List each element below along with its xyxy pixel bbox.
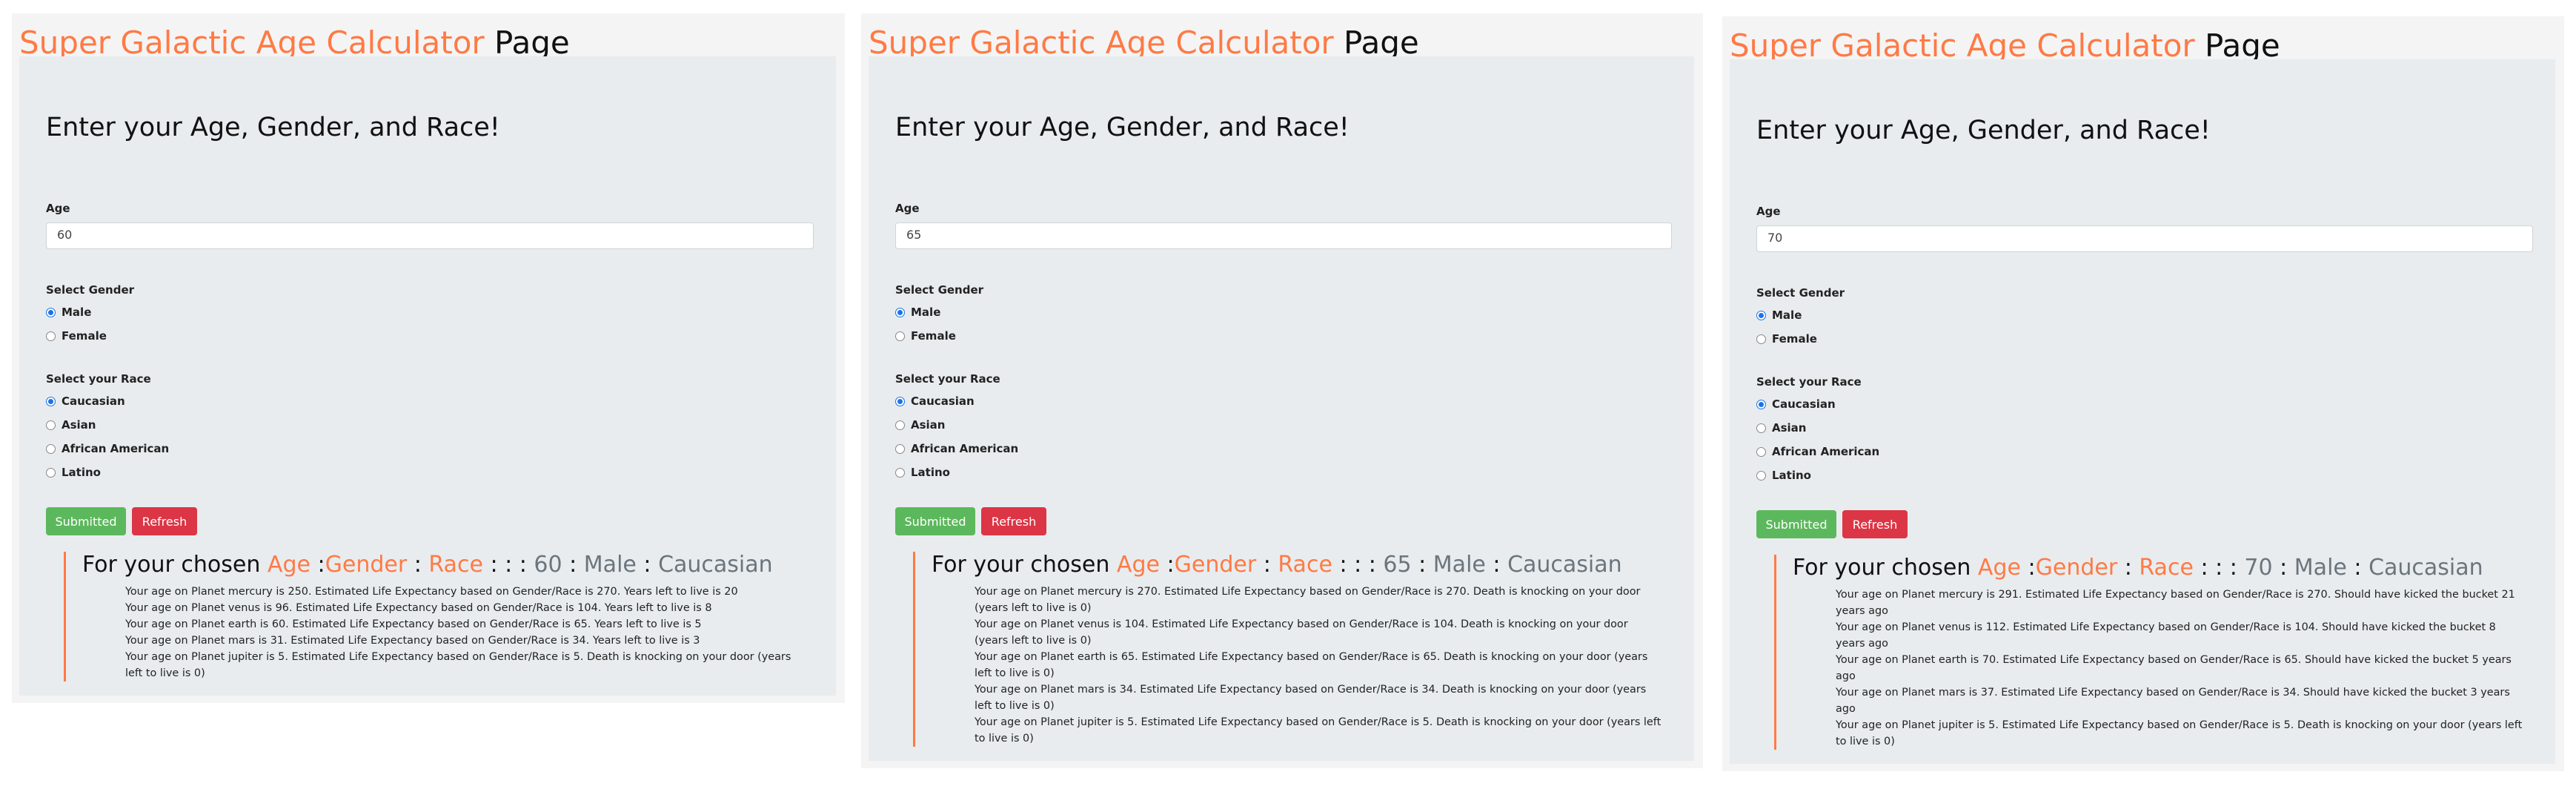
result-heading: For your chosen Age :Gender : Race : : :… — [1793, 555, 2483, 581]
age-label: Age — [895, 202, 920, 215]
calculator-panel-2: Super Galactic Age Calculator Page Enter… — [861, 13, 1703, 768]
gender-label: Select Gender — [46, 283, 135, 297]
result-line-earth: Your age on Planet earth is 65. Estimate… — [975, 651, 1648, 679]
radio-unchecked-icon[interactable] — [1756, 423, 1766, 433]
form-heading: Enter your Age, Gender, and Race! — [895, 113, 1350, 142]
result-line-venus: Your age on Planet venus is 96. Estimate… — [125, 602, 712, 614]
result-line-jupiter: Your age on Planet jupiter is 5. Estimat… — [975, 716, 1662, 745]
result-list: Your age on Planet mercury is 250. Estim… — [82, 584, 806, 681]
result-line-earth: Your age on Planet earth is 70. Estimate… — [1836, 654, 2512, 682]
gender-option-male[interactable]: Male — [1756, 308, 1802, 322]
result-heading: For your chosen Age :Gender : Race : : :… — [932, 552, 1622, 578]
result-line-mercury: Your age on Planet mercury is 250. Estim… — [125, 586, 738, 598]
form-heading: Enter your Age, Gender, and Race! — [46, 113, 500, 142]
refresh-button[interactable]: Refresh — [981, 507, 1046, 535]
gender-option-female[interactable]: Female — [895, 329, 956, 343]
age-label: Age — [46, 202, 70, 215]
form-heading: Enter your Age, Gender, and Race! — [1756, 116, 2211, 145]
race-option-african-american[interactable]: African American — [46, 442, 169, 455]
gender-option-female[interactable]: Female — [1756, 332, 1817, 346]
result-line-venus: Your age on Planet venus is 104. Estimat… — [975, 618, 1628, 647]
radio-unchecked-icon[interactable] — [46, 331, 56, 341]
radio-unchecked-icon[interactable] — [1756, 470, 1766, 481]
race-option-asian[interactable]: Asian — [46, 418, 96, 432]
radio-checked-icon[interactable] — [895, 307, 905, 317]
radio-checked-icon[interactable] — [895, 396, 905, 406]
result-line-mercury: Your age on Planet mercury is 291. Estim… — [1836, 589, 2515, 617]
race-option-caucasian[interactable]: Caucasian — [895, 394, 975, 408]
race-option-asian[interactable]: Asian — [1756, 421, 1806, 435]
race-option-latino[interactable]: Latino — [46, 466, 101, 479]
radio-unchecked-icon[interactable] — [1756, 446, 1766, 457]
calculator-panel-3: Super Galactic Age Calculator Page Enter… — [1722, 16, 2564, 771]
gender-label: Select Gender — [895, 283, 984, 297]
radio-unchecked-icon[interactable] — [895, 443, 905, 454]
radio-unchecked-icon[interactable] — [895, 467, 905, 478]
result-list: Your age on Planet mercury is 270. Estim… — [932, 584, 1664, 747]
race-option-latino[interactable]: Latino — [1756, 469, 1811, 482]
race-label: Select your Race — [46, 372, 151, 386]
result-line-mars: Your age on Planet mars is 37. Estimated… — [1836, 687, 2510, 715]
age-input[interactable]: 65 — [895, 222, 1672, 249]
result-line-mars: Your age on Planet mars is 34. Estimated… — [975, 684, 1647, 712]
race-option-african-american[interactable]: African American — [895, 442, 1018, 455]
race-option-caucasian[interactable]: Caucasian — [1756, 397, 1836, 411]
result-line-jupiter: Your age on Planet jupiter is 5. Estimat… — [125, 651, 791, 679]
radio-checked-icon[interactable] — [46, 396, 56, 406]
race-option-caucasian[interactable]: Caucasian — [46, 394, 125, 408]
result-line-mars: Your age on Planet mars is 31. Estimated… — [125, 635, 700, 647]
radio-checked-icon[interactable] — [1756, 310, 1766, 320]
result-list: Your age on Planet mercury is 291. Estim… — [1793, 587, 2526, 750]
result-block: For your chosen Age :Gender : Race : : :… — [1774, 555, 2526, 750]
result-line-venus: Your age on Planet venus is 112. Estimat… — [1836, 621, 2496, 650]
form-card: Enter your Age, Gender, and Race! Age 65… — [869, 56, 1694, 761]
radio-unchecked-icon[interactable] — [895, 331, 905, 341]
gender-option-male[interactable]: Male — [895, 306, 940, 319]
submit-button[interactable]: Submitted — [895, 507, 975, 535]
age-input[interactable]: 60 — [46, 222, 814, 249]
radio-checked-icon[interactable] — [46, 307, 56, 317]
gender-option-male[interactable]: Male — [46, 306, 91, 319]
result-block: For your chosen Age :Gender : Race : : :… — [913, 552, 1664, 747]
result-block: For your chosen Age :Gender : Race : : :… — [64, 552, 806, 681]
form-card: Enter your Age, Gender, and Race! Age 60… — [19, 56, 836, 696]
submit-button[interactable]: Submitted — [46, 507, 126, 535]
race-option-asian[interactable]: Asian — [895, 418, 945, 432]
result-line-jupiter: Your age on Planet jupiter is 5. Estimat… — [1836, 719, 2523, 747]
age-input[interactable]: 70 — [1756, 225, 2533, 252]
calculator-panel-1: Super Galactic Age Calculator Page Enter… — [12, 13, 845, 703]
radio-unchecked-icon[interactable] — [46, 420, 56, 430]
result-line-mercury: Your age on Planet mercury is 270. Estim… — [975, 586, 1641, 614]
radio-unchecked-icon[interactable] — [895, 420, 905, 430]
race-option-latino[interactable]: Latino — [895, 466, 950, 479]
radio-unchecked-icon[interactable] — [46, 467, 56, 478]
gender-option-female[interactable]: Female — [46, 329, 107, 343]
form-card: Enter your Age, Gender, and Race! Age 70… — [1730, 59, 2555, 764]
race-option-african-american[interactable]: African American — [1756, 445, 1879, 458]
radio-unchecked-icon[interactable] — [46, 443, 56, 454]
refresh-button[interactable]: Refresh — [132, 507, 197, 535]
radio-checked-icon[interactable] — [1756, 399, 1766, 409]
submit-button[interactable]: Submitted — [1756, 510, 1836, 538]
gender-label: Select Gender — [1756, 286, 1845, 300]
age-label: Age — [1756, 205, 1781, 218]
result-heading: For your chosen Age :Gender : Race : : :… — [82, 552, 773, 578]
refresh-button[interactable]: Refresh — [1842, 510, 1908, 538]
race-label: Select your Race — [1756, 375, 1862, 389]
result-line-earth: Your age on Planet earth is 60. Estimate… — [125, 618, 702, 630]
race-label: Select your Race — [895, 372, 1000, 386]
radio-unchecked-icon[interactable] — [1756, 334, 1766, 344]
